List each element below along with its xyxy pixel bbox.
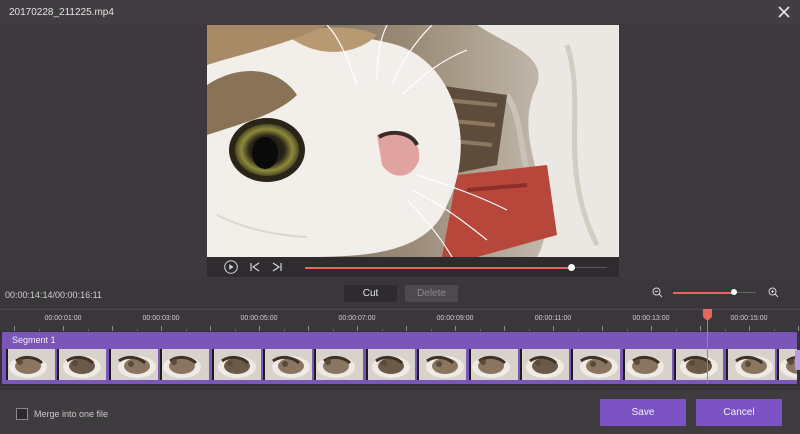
title-bar: 20170228_211225.mp4	[0, 0, 800, 24]
edit-toolbar: 00:00:14:14/00:00:16:11 Cut Delete	[0, 279, 800, 308]
zoom-out-icon[interactable]	[652, 287, 663, 298]
thumbnail-frame	[6, 349, 55, 380]
ruler-label: 00:00:05:00	[240, 315, 278, 322]
thumbnail-frame	[468, 349, 518, 380]
segment-clip[interactable]: Segment 1	[2, 332, 800, 384]
ruler-label: 00:00:09:00	[436, 315, 474, 322]
thumbnail-frame	[263, 349, 312, 380]
merge-label: Merge into one file	[34, 409, 109, 419]
thumbnail-frame	[520, 349, 569, 380]
thumbnail-frame	[57, 349, 107, 380]
thumbnail-frame	[314, 349, 364, 380]
ruler-label: 00:00:13:00	[632, 315, 670, 322]
window-title: 20170228_211225.mp4	[9, 7, 114, 18]
thumbnail-frame	[674, 349, 724, 380]
ruler-label: 00:00:01:00	[44, 315, 82, 322]
segment-label: Segment 1	[12, 335, 56, 345]
playback-progress-slider[interactable]	[305, 264, 607, 271]
thumbnail-frame	[417, 349, 467, 380]
ruler-label: 00:00:11:00	[534, 315, 572, 322]
play-icon[interactable]	[223, 260, 239, 274]
thumbnail-frame	[725, 349, 775, 380]
thumbnail-strip	[6, 349, 797, 380]
thumbnail-frame	[108, 349, 158, 380]
ruler-label: 00:00:03:00	[142, 315, 180, 322]
playback-progress-handle[interactable]	[567, 264, 575, 271]
delete-button[interactable]: Delete	[405, 285, 458, 302]
playhead-handle[interactable]	[703, 309, 712, 321]
footer-bar: Merge into one file Save Cancel	[0, 388, 800, 434]
segment-end-handle[interactable]	[795, 350, 800, 370]
timecode-display: 00:00:14:14/00:00:16:11	[5, 290, 102, 300]
cut-button[interactable]: Cut	[344, 285, 397, 302]
thumbnail-frame	[777, 349, 797, 380]
thumbnail-frame	[211, 349, 261, 380]
thumbnail-frame	[622, 349, 672, 380]
skip-forward-icon[interactable]	[271, 260, 283, 274]
zoom-slider-handle[interactable]	[731, 289, 738, 295]
thumbnail-frame	[365, 349, 415, 380]
skip-back-icon[interactable]	[249, 260, 261, 274]
video-preview	[207, 25, 619, 257]
thumbnail-frame	[160, 349, 210, 380]
playback-progress-fill	[305, 266, 571, 269]
timeline-ruler[interactable]: 00:00:01:00 00:00:03:00 00:00:05:00 00:00:0…	[0, 309, 800, 332]
zoom-slider[interactable]	[673, 289, 756, 295]
close-icon[interactable]	[777, 5, 791, 19]
thumbnail-frame	[571, 349, 621, 380]
zoom-slider-fill	[673, 291, 735, 294]
ruler-label: 00:00:15:00	[730, 315, 768, 322]
cancel-button[interactable]: Cancel	[696, 399, 782, 426]
ruler-label: 00:00:07:00	[338, 315, 376, 322]
playhead-line	[707, 318, 708, 384]
merge-checkbox[interactable]	[16, 408, 28, 420]
player-controls	[207, 257, 619, 277]
zoom-in-icon[interactable]	[768, 287, 779, 298]
timeline-track: Segment 1	[0, 331, 800, 387]
save-button[interactable]: Save	[600, 399, 686, 426]
